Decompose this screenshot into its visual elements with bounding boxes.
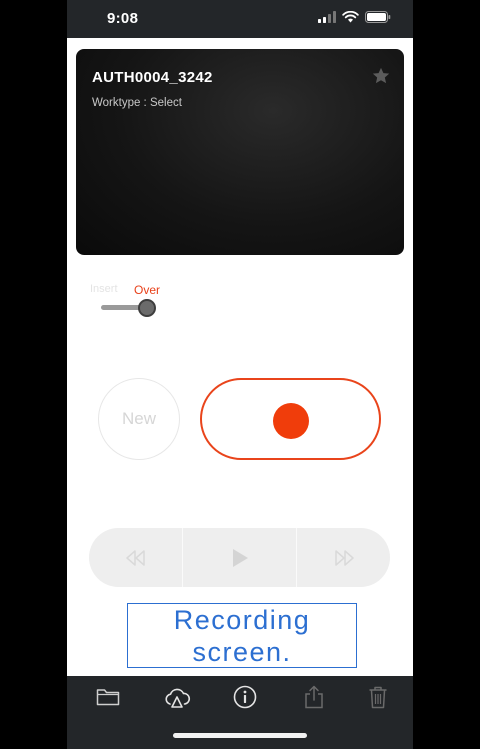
mode-label-over: Over xyxy=(134,283,161,297)
trash-button[interactable] xyxy=(364,684,392,710)
new-button-label: New xyxy=(121,409,156,428)
caption-line-1: Recording xyxy=(173,604,311,635)
worktype-select[interactable]: Worktype : Select xyxy=(92,97,182,109)
recording-title: AUTH0004_3242 xyxy=(92,69,213,86)
cloud-upload-icon xyxy=(165,688,191,708)
status-icons xyxy=(318,11,391,23)
fast-forward-icon xyxy=(334,549,354,566)
signal-icon xyxy=(318,11,336,23)
wifi-icon xyxy=(342,11,359,23)
status-bar: 9:08 xyxy=(67,0,413,38)
record-button[interactable] xyxy=(200,378,381,460)
playback-controls xyxy=(89,528,390,587)
insert-over-slider[interactable] xyxy=(101,299,159,317)
mode-label-insert: Insert xyxy=(90,283,118,295)
new-button[interactable]: New xyxy=(98,378,180,460)
share-icon xyxy=(305,685,323,709)
folder-button[interactable] xyxy=(94,684,122,710)
play-icon xyxy=(232,548,248,567)
rewind-icon xyxy=(125,549,145,566)
fast-forward-button[interactable] xyxy=(297,528,390,587)
phone-screen: 9:08 AUTH0004_3242 Worktype : Select Ins… xyxy=(67,0,413,749)
share-button[interactable] xyxy=(300,684,328,710)
record-icon xyxy=(273,403,309,439)
star-icon[interactable] xyxy=(371,66,391,86)
cloud-upload-button[interactable] xyxy=(163,684,191,710)
rewind-button[interactable] xyxy=(89,528,183,587)
status-time: 9:08 xyxy=(107,10,139,27)
home-indicator[interactable] xyxy=(173,733,307,738)
info-button[interactable] xyxy=(231,684,259,710)
info-icon xyxy=(233,685,257,709)
bottom-toolbar xyxy=(67,676,413,749)
battery-icon xyxy=(365,11,391,23)
trash-icon xyxy=(369,686,387,709)
recording-info-card[interactable]: AUTH0004_3242 Worktype : Select xyxy=(76,49,404,255)
folder-icon xyxy=(96,689,120,706)
play-button[interactable] xyxy=(183,528,297,587)
caption-line-2: screen. xyxy=(192,636,292,667)
slider-knob[interactable] xyxy=(138,299,156,317)
caption-overlay: Recording screen. xyxy=(127,603,357,668)
